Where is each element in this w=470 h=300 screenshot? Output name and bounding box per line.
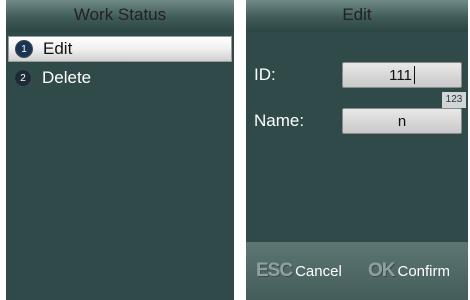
menu-item-delete[interactable]: 2 Delete bbox=[8, 65, 232, 91]
cancel-label: Cancel bbox=[295, 262, 342, 280]
confirm-button[interactable]: OK Confirm bbox=[368, 260, 450, 282]
name-label: Name: bbox=[254, 111, 305, 130]
id-field[interactable]: 111 bbox=[342, 62, 462, 88]
cancel-button[interactable]: ESC Cancel bbox=[256, 260, 342, 282]
confirm-label: Confirm bbox=[397, 262, 451, 280]
screen-title: Edit bbox=[246, 0, 468, 32]
work-status-screen: Work Status 1 Edit 2 Delete bbox=[6, 0, 234, 300]
number-1-icon: 1 bbox=[15, 40, 33, 58]
name-value: n bbox=[397, 112, 407, 130]
menu-item-label: Delete bbox=[42, 68, 92, 87]
screen-title: Work Status bbox=[6, 0, 234, 32]
number-2-icon: 2 bbox=[14, 69, 32, 87]
menu-item-edit[interactable]: 1 Edit bbox=[8, 36, 232, 62]
id-value: 111 bbox=[389, 66, 412, 84]
menu-item-label: Edit bbox=[43, 39, 73, 58]
esc-key-icon: ESC bbox=[256, 260, 293, 281]
input-mode-indicator: 123 bbox=[442, 92, 466, 108]
softkey-bar: ESC Cancel OK Confirm bbox=[246, 242, 468, 300]
text-cursor bbox=[413, 66, 415, 84]
edit-screen: Edit ID: 111 123 Name: n ESC Cancel OK C… bbox=[246, 0, 468, 300]
id-label: ID: bbox=[254, 65, 276, 84]
ok-key-icon: OK bbox=[368, 260, 395, 281]
name-field[interactable]: n bbox=[342, 108, 462, 134]
